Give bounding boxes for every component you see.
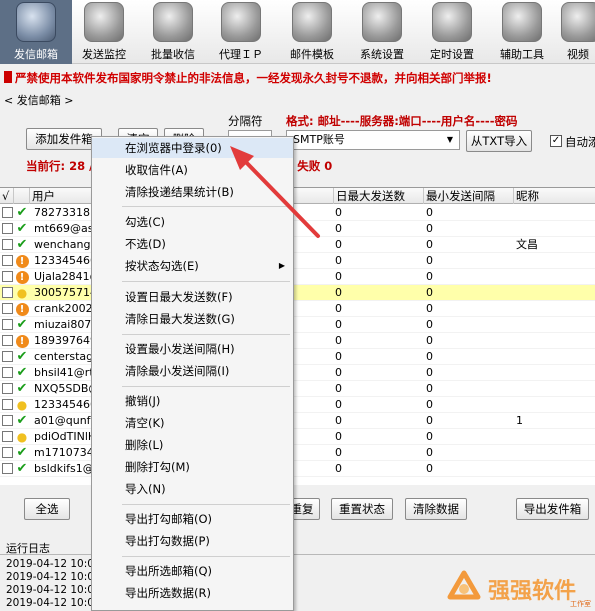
brand-sub: 工作室 bbox=[570, 600, 591, 608]
brand-name: 强强软件 bbox=[488, 579, 577, 604]
annotation-arrow bbox=[230, 146, 320, 238]
brand-logo-icon bbox=[447, 570, 481, 600]
brand-watermark: 强强软件 工作室 bbox=[440, 565, 595, 611]
